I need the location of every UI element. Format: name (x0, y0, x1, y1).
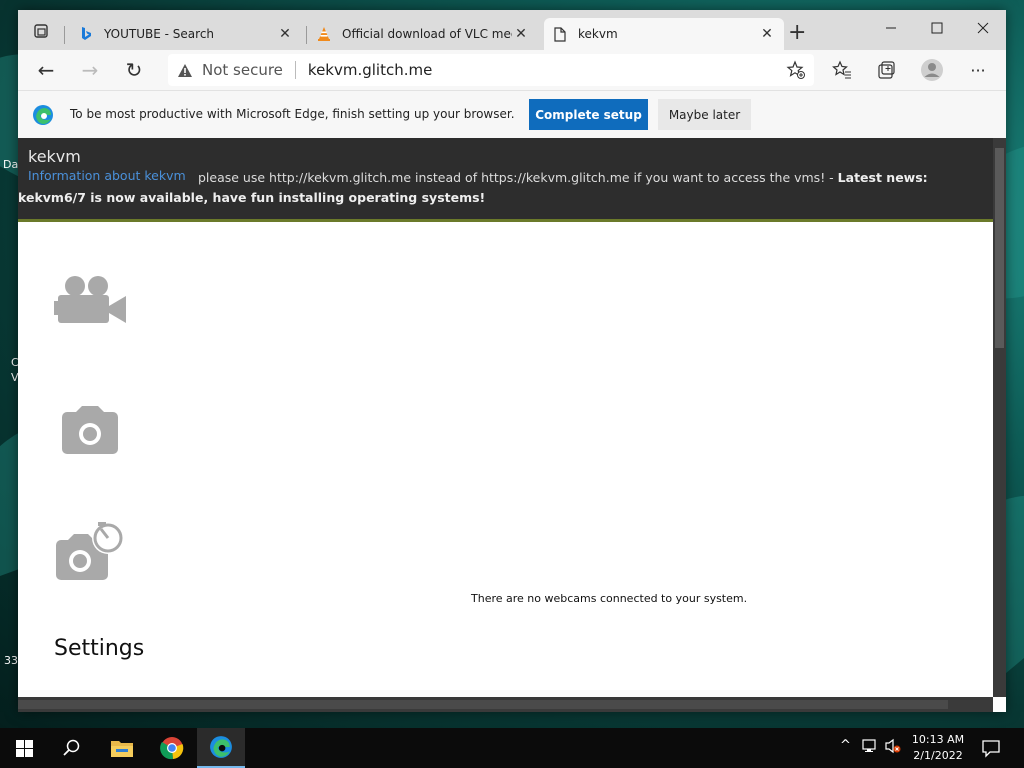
action-center-icon[interactable] (978, 736, 1004, 760)
security-status-label[interactable]: Not secure (202, 61, 283, 79)
site-title: kekvm (28, 147, 81, 166)
show-hidden-icons-button[interactable]: ^ (840, 738, 851, 753)
refresh-button[interactable]: ↻ (120, 56, 148, 84)
tab-actions-button[interactable] (24, 18, 58, 44)
scroll-thumb[interactable] (995, 148, 1004, 348)
search-icon (63, 739, 80, 756)
settings-more-button[interactable]: ··· (966, 58, 990, 82)
maximize-icon (931, 22, 943, 34)
warning-triangle-icon[interactable] (176, 61, 194, 79)
tab-actions-icon (34, 24, 48, 38)
back-button[interactable]: ← (32, 56, 60, 84)
tab-separator (306, 26, 307, 44)
setup-message: To be most productive with Microsoft Edg… (70, 107, 515, 121)
setup-infobar: To be most productive with Microsoft Edg… (18, 90, 1006, 138)
folder-icon (111, 741, 133, 757)
video-camera-icon[interactable] (54, 266, 130, 330)
close-icon (977, 22, 989, 34)
url-text[interactable]: kekvm.glitch.me (308, 61, 432, 79)
desktop-icon-label-fragment[interactable]: 33 (4, 654, 18, 667)
address-bar[interactable]: Not secure kekvm.glitch.me (168, 54, 814, 86)
tab-vlc-download[interactable]: Official download of VLC media ✕ (308, 18, 538, 50)
tab-title: YOUTUBE - Search (104, 27, 215, 41)
minimize-button[interactable] (868, 14, 914, 42)
tab-title: Official download of VLC media (342, 27, 512, 41)
page-viewport: kekvm please use http://kekvm.glitch.me … (18, 138, 1006, 712)
tab-close-icon[interactable]: ✕ (758, 26, 776, 42)
add-favorite-star-icon[interactable] (786, 60, 806, 80)
close-window-button[interactable] (960, 14, 1006, 42)
tab-title: kekvm (578, 27, 618, 41)
start-button[interactable] (0, 728, 48, 768)
address-separator (294, 61, 296, 79)
scrollbar-corner (993, 697, 1006, 712)
horizontal-scrollbar[interactable] (18, 697, 993, 712)
vlc-icon (316, 26, 332, 42)
clock-date: 2/1/2022 (913, 749, 963, 762)
navigation-toolbar: ← → ↻ Not secure kekvm.glitch.me ··· (18, 50, 1006, 90)
settings-link[interactable]: Settings (54, 636, 144, 661)
tab-kekvm[interactable]: kekvm ✕ (544, 18, 784, 50)
desktop-icon-label-fragment[interactable]: Da (3, 158, 18, 171)
search-button[interactable] (48, 728, 96, 768)
windows-logo-icon (15, 739, 33, 757)
volume-muted-icon[interactable] (884, 738, 902, 758)
vertical-scrollbar[interactable] (993, 138, 1006, 712)
tab-strip: YOUTUBE - Search ✕ Official download of … (18, 10, 1006, 50)
system-clock[interactable]: 10:13 AM 2/1/2022 (906, 732, 970, 764)
new-tab-button[interactable]: + (788, 22, 806, 44)
favorites-icon[interactable] (830, 58, 854, 82)
taskbar-chrome[interactable] (148, 728, 196, 768)
edge-icon (210, 736, 232, 758)
info-link[interactable]: Information about kekvm (28, 168, 186, 183)
edge-logo-icon (33, 105, 53, 125)
tab-close-icon[interactable]: ✕ (276, 26, 294, 42)
maximize-button[interactable] (914, 14, 960, 42)
complete-setup-button[interactable]: Complete setup (529, 99, 648, 130)
chrome-icon (160, 737, 184, 760)
photo-camera-icon[interactable] (54, 398, 130, 462)
tab-youtube-search[interactable]: YOUTUBE - Search ✕ (70, 18, 302, 50)
edge-browser-window: YOUTUBE - Search ✕ Official download of … (18, 10, 1006, 712)
site-header: kekvm please use http://kekvm.glitch.me … (18, 138, 993, 222)
windows-taskbar: ^ 10:13 AM 2/1/2022 (0, 728, 1024, 768)
page-icon (552, 26, 568, 42)
taskbar-edge[interactable] (197, 728, 245, 768)
tab-close-icon[interactable]: ✕ (512, 26, 530, 42)
minimize-icon (886, 27, 896, 29)
timer-camera-icon[interactable] (54, 522, 130, 586)
notice-text: please use http://kekvm.glitch.me instea… (198, 170, 838, 185)
maybe-later-button[interactable]: Maybe later (658, 99, 751, 130)
scroll-thumb[interactable] (18, 700, 948, 709)
profile-avatar-icon[interactable] (920, 58, 944, 82)
no-webcam-message: There are no webcams connected to your s… (471, 592, 748, 605)
taskbar-file-explorer[interactable] (98, 728, 146, 768)
forward-button[interactable]: → (76, 56, 104, 84)
tab-separator (64, 26, 65, 44)
clock-time: 10:13 AM (911, 733, 965, 746)
collections-icon[interactable] (874, 58, 898, 82)
bing-icon (78, 26, 94, 42)
network-icon[interactable] (862, 738, 880, 758)
